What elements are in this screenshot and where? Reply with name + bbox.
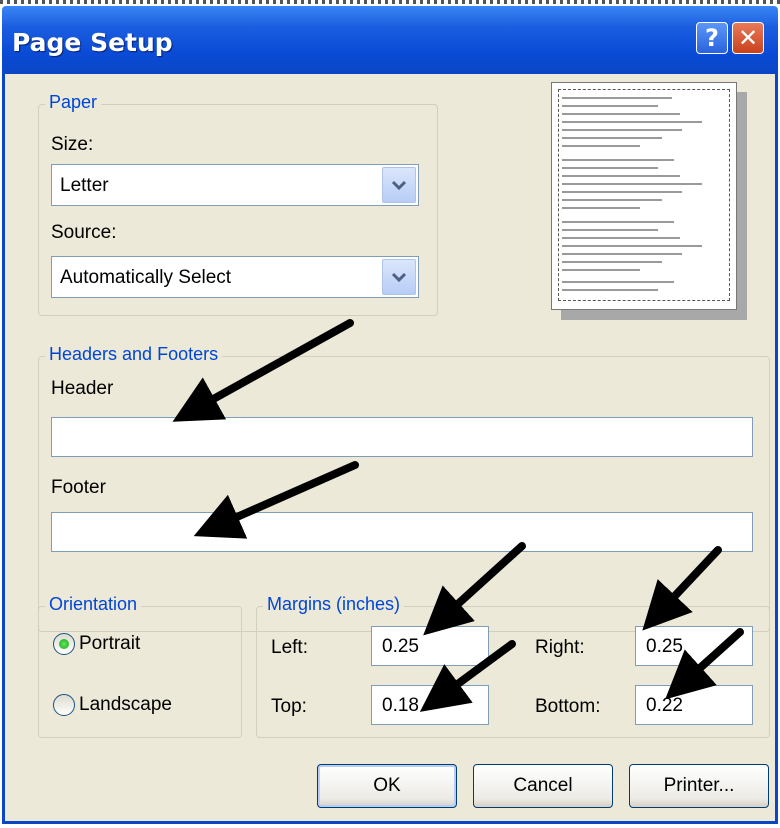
- help-icon: ?: [705, 24, 719, 52]
- margin-left-input[interactable]: 0.25: [371, 626, 489, 666]
- preview-text-line: [562, 237, 680, 239]
- preview-text-line: [562, 129, 682, 131]
- chevron-down-icon[interactable]: [382, 167, 416, 203]
- preview-text-line: [562, 191, 682, 193]
- preview-text-line: [562, 175, 680, 177]
- preview-text-line: [562, 253, 682, 255]
- printer-button[interactable]: Printer...: [629, 764, 769, 808]
- preview-text-line: [562, 281, 674, 283]
- size-label: Size:: [51, 134, 94, 155]
- header-label: Header: [51, 378, 114, 399]
- help-button[interactable]: ?: [696, 22, 728, 54]
- preview-text-line: [562, 289, 658, 291]
- margin-top-input[interactable]: 0.18: [371, 685, 489, 725]
- preview-text-line: [562, 221, 674, 223]
- portrait-radio[interactable]: [53, 633, 75, 655]
- preview-text-line: [562, 159, 674, 161]
- preview-text-line: [562, 137, 662, 139]
- preview-text-line: [562, 121, 702, 123]
- footer-label: Footer: [51, 477, 106, 498]
- title-bar[interactable]: Page Setup ? ✕: [2, 6, 778, 74]
- scan-border: [0, 0, 780, 4]
- margin-bottom-input[interactable]: 0.22: [635, 685, 753, 725]
- preview-text-line: [562, 207, 640, 209]
- ok-button[interactable]: OK: [317, 764, 457, 808]
- page-preview: [551, 82, 737, 310]
- margins-legend: Margins (inches): [263, 594, 405, 615]
- size-select[interactable]: Letter: [51, 164, 419, 206]
- chevron-down-icon[interactable]: [382, 259, 416, 295]
- margin-left-label: Left:: [271, 637, 308, 658]
- margin-top-label: Top:: [271, 696, 307, 717]
- radio-selected-dot: [59, 639, 69, 649]
- margin-right-label: Right:: [535, 637, 585, 658]
- size-select-value: Letter: [60, 175, 109, 196]
- margin-right-value: 0.25: [646, 636, 683, 657]
- cancel-button[interactable]: Cancel: [473, 764, 613, 808]
- source-select-value: Automatically Select: [60, 267, 232, 288]
- source-label: Source:: [51, 222, 117, 243]
- preview-text-line: [562, 261, 662, 263]
- preview-text-line: [562, 145, 640, 147]
- margin-top-value: 0.18: [382, 695, 419, 716]
- close-icon: ✕: [737, 24, 759, 52]
- preview-text-line: [562, 183, 702, 185]
- source-select[interactable]: Automatically Select: [51, 256, 419, 298]
- dialog-body: Paper Size: Letter Source: Automatically…: [2, 74, 778, 824]
- preview-text-line: [562, 97, 672, 99]
- close-button[interactable]: ✕: [732, 22, 764, 54]
- headers-footers-legend: Headers and Footers: [45, 344, 223, 365]
- orientation-legend: Orientation: [45, 594, 142, 615]
- paper-legend: Paper: [45, 92, 102, 113]
- preview-text-line: [562, 199, 662, 201]
- margin-bottom-value: 0.22: [646, 695, 683, 716]
- margin-left-value: 0.25: [382, 636, 419, 657]
- margin-bottom-label: Bottom:: [535, 696, 601, 717]
- dialog-title: Page Setup: [12, 28, 173, 57]
- page-setup-dialog: Page Setup ? ✕ Paper Size: Letter Source…: [2, 6, 778, 824]
- margin-right-input[interactable]: 0.25: [635, 626, 753, 666]
- orientation-group: Orientation: [38, 594, 242, 738]
- preview-text-line: [562, 105, 658, 107]
- preview-text-line: [562, 269, 640, 271]
- landscape-radio[interactable]: [53, 694, 75, 716]
- preview-text-line: [562, 167, 658, 169]
- headers-footers-group: Headers and Footers: [38, 344, 770, 632]
- header-input[interactable]: [51, 417, 753, 457]
- landscape-label[interactable]: Landscape: [79, 694, 172, 716]
- preview-text-line: [562, 229, 658, 231]
- footer-input[interactable]: [51, 512, 753, 552]
- preview-text-line: [562, 113, 680, 115]
- preview-text-line: [562, 245, 702, 247]
- portrait-label[interactable]: Portrait: [79, 633, 140, 655]
